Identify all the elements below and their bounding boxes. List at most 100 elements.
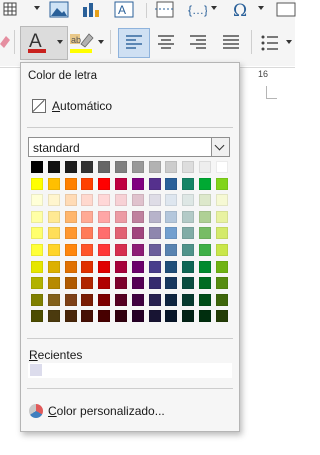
color-swatch[interactable] <box>115 277 127 289</box>
color-swatch[interactable] <box>115 227 127 239</box>
color-swatch[interactable] <box>115 310 127 322</box>
color-swatch[interactable] <box>132 161 144 173</box>
color-swatch[interactable] <box>65 310 77 322</box>
color-swatch[interactable] <box>98 161 110 173</box>
color-swatch[interactable] <box>48 261 60 273</box>
color-swatch[interactable] <box>98 261 110 273</box>
insert-image-icon[interactable] <box>49 1 69 18</box>
color-swatch[interactable] <box>65 244 77 256</box>
color-swatch[interactable] <box>165 178 177 190</box>
color-swatch[interactable] <box>115 161 127 173</box>
color-swatch[interactable] <box>182 211 194 223</box>
color-swatch[interactable] <box>81 178 93 190</box>
color-swatch[interactable] <box>199 178 211 190</box>
bullet-list-icon[interactable] <box>261 35 279 51</box>
color-swatch[interactable] <box>81 244 93 256</box>
color-swatch[interactable] <box>149 227 161 239</box>
color-swatch[interactable] <box>81 161 93 173</box>
color-swatch[interactable] <box>81 211 93 223</box>
color-swatch[interactable] <box>48 178 60 190</box>
color-swatch[interactable] <box>31 227 43 239</box>
color-swatch[interactable] <box>31 310 43 322</box>
color-swatch[interactable] <box>216 261 228 273</box>
color-swatch[interactable] <box>199 310 211 322</box>
color-swatch[interactable] <box>65 261 77 273</box>
color-swatch[interactable] <box>182 178 194 190</box>
color-swatch[interactable] <box>31 178 43 190</box>
highlighting-dropdown-arrow[interactable] <box>98 40 104 44</box>
color-swatch[interactable] <box>149 178 161 190</box>
color-swatch[interactable] <box>149 161 161 173</box>
color-swatch[interactable] <box>132 277 144 289</box>
color-swatch[interactable] <box>98 194 110 206</box>
color-swatch[interactable] <box>199 244 211 256</box>
color-swatch[interactable] <box>48 294 60 306</box>
automatic-color-button[interactable]: Automático <box>32 97 112 115</box>
color-swatch[interactable] <box>65 294 77 306</box>
color-swatch[interactable] <box>115 178 127 190</box>
color-swatch[interactable] <box>132 261 144 273</box>
insert-table-icon[interactable] <box>3 2 17 16</box>
color-swatch[interactable] <box>115 211 127 223</box>
table-dropdown-arrow[interactable] <box>34 6 40 10</box>
color-swatch[interactable] <box>115 194 127 206</box>
color-swatch[interactable] <box>31 194 43 206</box>
color-swatch[interactable] <box>115 244 127 256</box>
color-swatch[interactable] <box>31 261 43 273</box>
color-swatch[interactable] <box>81 194 93 206</box>
color-swatch[interactable] <box>81 294 93 306</box>
color-swatch[interactable] <box>182 161 194 173</box>
color-swatch[interactable] <box>81 261 93 273</box>
color-swatch[interactable] <box>31 294 43 306</box>
color-swatch[interactable] <box>98 244 110 256</box>
color-swatch[interactable] <box>31 244 43 256</box>
color-swatch[interactable] <box>182 194 194 206</box>
color-swatch[interactable] <box>48 244 60 256</box>
color-swatch[interactable] <box>81 277 93 289</box>
insert-field-icon[interactable]: {…} <box>187 1 207 18</box>
color-swatch[interactable] <box>132 194 144 206</box>
color-swatch[interactable] <box>132 227 144 239</box>
color-swatch[interactable] <box>216 178 228 190</box>
clear-formatting-icon[interactable] <box>0 32 10 50</box>
color-swatch[interactable] <box>165 211 177 223</box>
insert-page-break-icon[interactable] <box>154 1 176 18</box>
color-swatch[interactable] <box>199 211 211 223</box>
color-swatch[interactable] <box>199 161 211 173</box>
color-swatch[interactable] <box>65 211 77 223</box>
color-swatch[interactable] <box>132 310 144 322</box>
recent-color-swatch[interactable] <box>30 364 42 376</box>
color-swatch[interactable] <box>149 277 161 289</box>
color-swatch[interactable] <box>48 194 60 206</box>
color-swatch[interactable] <box>199 277 211 289</box>
color-swatch[interactable] <box>48 277 60 289</box>
color-swatch[interactable] <box>65 178 77 190</box>
color-swatch[interactable] <box>199 261 211 273</box>
insert-textbox-icon[interactable]: A <box>114 1 134 18</box>
custom-color-button[interactable]: Color personalizado... <box>29 403 165 419</box>
color-swatch[interactable] <box>149 244 161 256</box>
color-swatch[interactable] <box>216 310 228 322</box>
color-swatch[interactable] <box>165 277 177 289</box>
color-swatch[interactable] <box>98 211 110 223</box>
color-swatch[interactable] <box>31 161 43 173</box>
color-swatch[interactable] <box>149 261 161 273</box>
hyperlink-icon[interactable] <box>276 1 296 18</box>
color-swatch[interactable] <box>165 227 177 239</box>
align-right-icon[interactable] <box>190 35 208 51</box>
color-swatch[interactable] <box>165 310 177 322</box>
color-swatch[interactable] <box>216 194 228 206</box>
color-swatch[interactable] <box>216 161 228 173</box>
font-color-dropdown-arrow[interactable] <box>57 40 63 44</box>
justify-icon[interactable] <box>223 35 241 51</box>
color-swatch[interactable] <box>65 277 77 289</box>
color-swatch[interactable] <box>149 194 161 206</box>
color-swatch[interactable] <box>149 211 161 223</box>
align-center-icon[interactable] <box>158 35 176 51</box>
color-swatch[interactable] <box>115 294 127 306</box>
color-swatch[interactable] <box>81 227 93 239</box>
color-swatch[interactable] <box>199 194 211 206</box>
color-swatch[interactable] <box>115 261 127 273</box>
color-swatch[interactable] <box>216 294 228 306</box>
color-swatch[interactable] <box>182 310 194 322</box>
